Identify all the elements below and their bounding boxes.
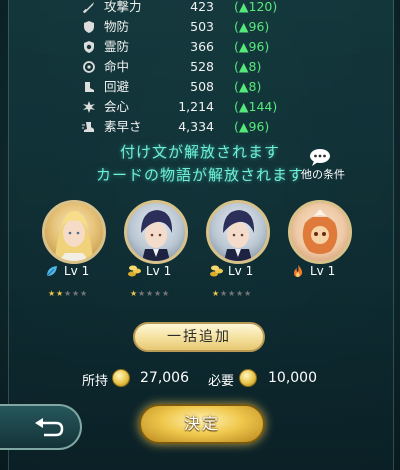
stat-name: 回避: [104, 79, 130, 94]
star-empty-icon: ★: [244, 289, 252, 298]
stat-name: 物防: [104, 19, 130, 34]
other-conditions-button[interactable]: 他の条件: [298, 148, 346, 184]
stat-value: 366: [190, 39, 214, 54]
owned-label: 所持: [82, 374, 109, 389]
boot-icon: [85, 82, 94, 92]
stat-row-accuracy: 命中 528 (▲8): [82, 57, 342, 77]
back-button[interactable]: [0, 404, 82, 450]
star-empty-icon: ★: [138, 289, 146, 298]
stat-increase: (▲96): [234, 19, 270, 34]
star-empty-icon: ★: [154, 289, 162, 298]
material-card-4[interactable]: Lv 1: [286, 200, 356, 290]
dark-haired-character-portrait: [124, 200, 188, 264]
stat-increase: (▲144): [234, 99, 278, 114]
rarity-stars: ★★★★★: [48, 281, 88, 298]
star-empty-icon: ★: [228, 289, 236, 298]
stat-row-critical: 会心 1,214 (▲144): [82, 97, 342, 117]
decide-button[interactable]: 決定: [139, 404, 265, 444]
portrait-art: [141, 210, 173, 261]
star-empty-icon: ★: [146, 289, 154, 298]
gold-coin-icon: [112, 369, 130, 387]
stat-increase: (▲8): [234, 59, 262, 74]
star-empty-icon: ★: [80, 289, 88, 298]
shield-icon: [84, 21, 94, 33]
stat-row-physical-defense: 物防 503 (▲96): [82, 17, 342, 37]
required-value: 10,000: [268, 370, 317, 386]
target-icon: [83, 61, 95, 73]
level-line: Lv 1: [40, 264, 110, 280]
portrait-art: [55, 211, 93, 261]
stat-value: 423: [190, 0, 214, 14]
stat-value: 1,214: [178, 99, 214, 114]
portrait-art: [223, 210, 255, 261]
stat-increase: (▲8): [234, 79, 262, 94]
spirit-shield-icon: [84, 41, 94, 53]
stat-name: 霊防: [104, 39, 130, 54]
star-empty-icon: ★: [64, 289, 72, 298]
stat-row-attack: 攻撃力 423 (▲120): [82, 0, 342, 17]
stat-increase: (▲96): [234, 39, 270, 54]
star-filled-icon: ★: [48, 289, 56, 298]
card-level: Lv 1: [146, 264, 172, 278]
stat-increase: (▲120): [234, 0, 278, 14]
sword-icon: [82, 2, 94, 14]
stat-value: 503: [190, 19, 214, 34]
flame-icon: [294, 265, 303, 277]
material-card-3[interactable]: Lv 1 ★★★★★: [204, 200, 274, 298]
stat-value: 508: [190, 79, 214, 94]
level-line: Lv 1: [122, 264, 192, 280]
stat-increase: (▲96): [234, 119, 270, 134]
gold-coin-icon: [239, 369, 257, 387]
stat-name: 攻撃力: [104, 0, 142, 14]
stat-value: 528: [190, 59, 214, 74]
stat-name: 命中: [104, 59, 130, 74]
card-level: Lv 1: [64, 264, 90, 278]
star-filled-icon: ★: [56, 289, 64, 298]
star-empty-icon: ★: [162, 289, 170, 298]
dark-haired-character-portrait: [206, 200, 270, 264]
star-filled-icon: ★: [130, 289, 138, 298]
blonde-character-portrait: [42, 200, 106, 264]
stat-name: 素早さ: [104, 119, 142, 134]
speed-icon: [82, 122, 94, 132]
material-card-2[interactable]: Lv 1 ★★★★★: [122, 200, 192, 298]
stat-row-speed: 素早さ 4,334 (▲96): [82, 117, 342, 137]
star-empty-icon: ★: [236, 289, 244, 298]
speech-bubble-icon: [310, 149, 330, 166]
bulk-add-button[interactable]: 一括追加: [133, 322, 265, 352]
portrait-art: [302, 209, 338, 254]
rarity-stars: ★★★★★: [212, 281, 252, 298]
card-level: Lv 1: [228, 264, 254, 278]
cost-row: 所持 27,006 必要 10,000: [0, 368, 400, 390]
star-empty-icon: ★: [72, 289, 80, 298]
burst-icon: [83, 101, 95, 113]
stat-row-evasion: 回避 508 (▲8): [82, 77, 342, 97]
stat-value: 4,334: [178, 119, 214, 134]
material-item-portrait: [288, 200, 352, 264]
star-filled-icon: ★: [212, 289, 220, 298]
coin-stack-icon: [210, 265, 223, 277]
star-empty-icon: ★: [220, 289, 228, 298]
rarity-stars: ★★★★★: [130, 281, 170, 298]
required-label: 必要: [208, 374, 235, 389]
return-arrow-icon: [35, 418, 64, 437]
other-conditions-label: 他の条件: [301, 168, 345, 181]
owned-value: 27,006: [140, 370, 189, 386]
level-line: Lv 1: [286, 264, 356, 280]
leaf-icon: [46, 266, 57, 277]
stat-row-spirit-defense: 霊防 366 (▲96): [82, 37, 342, 57]
level-line: Lv 1: [204, 264, 274, 280]
card-level: Lv 1: [310, 264, 336, 278]
coin-stack-icon: [128, 265, 141, 277]
material-card-1[interactable]: Lv 1 ★★★★★: [40, 200, 110, 298]
stat-name: 会心: [104, 99, 130, 114]
